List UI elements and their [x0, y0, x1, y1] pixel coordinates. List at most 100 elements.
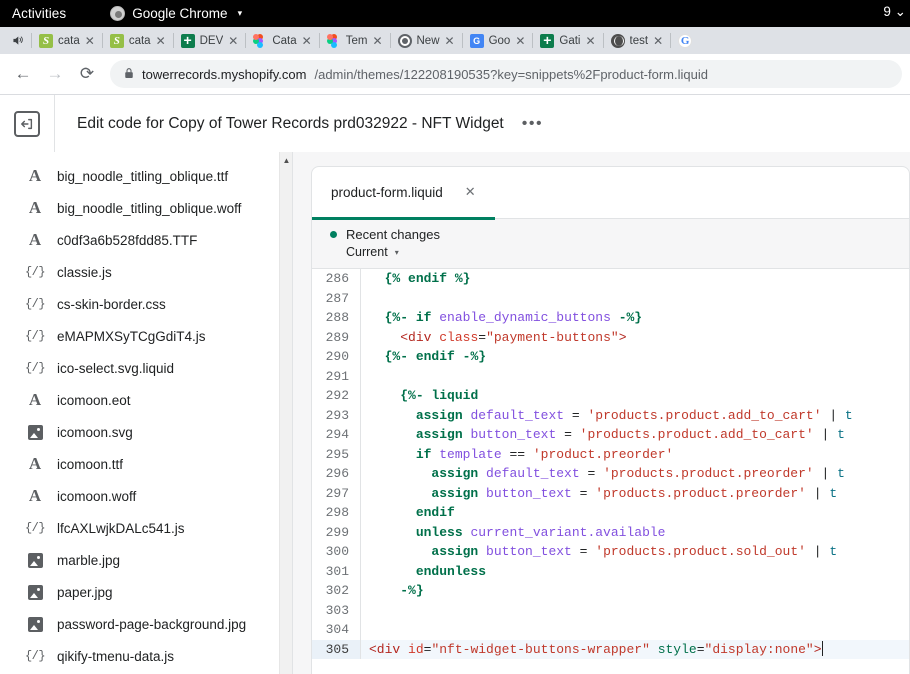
close-icon[interactable]: ✕	[515, 34, 525, 48]
code-line[interactable]: 299 unless current_variant.available	[312, 523, 909, 543]
line-number: 297	[312, 484, 360, 504]
code-line[interactable]: 291	[312, 367, 909, 387]
code-line[interactable]: 302 -%}	[312, 581, 909, 601]
list-item[interactable]: paper.jpg	[0, 576, 292, 608]
chevron-down-icon: ▾	[395, 248, 399, 257]
code-line[interactable]: 301 endunless	[312, 562, 909, 582]
close-icon[interactable]: ✕	[156, 34, 166, 48]
list-item[interactable]: {/} eMAPMXSyTCgGdiT4.js	[0, 320, 292, 352]
clock[interactable]: 9 ⌄	[883, 4, 906, 20]
close-icon[interactable]: ✕	[445, 34, 455, 48]
list-item[interactable]: marble.jpg	[0, 544, 292, 576]
scroll-up-icon[interactable]: ▲	[280, 152, 292, 168]
list-item[interactable]: icomoon.svg	[0, 416, 292, 448]
theme-code-editor-page: Edit code for Copy of Tower Records prd0…	[0, 95, 910, 674]
line-number: 302	[312, 581, 360, 601]
code-token	[650, 642, 658, 657]
close-icon[interactable]: ✕	[302, 34, 312, 48]
code-line[interactable]: 304	[312, 620, 909, 640]
back-button[interactable]: ←	[8, 59, 38, 89]
list-item[interactable]: {/} qikify-tmenu-data.js	[0, 640, 292, 672]
close-icon[interactable]: ✕	[372, 34, 382, 48]
browser-tab[interactable]: cata ✕	[104, 27, 172, 54]
list-item[interactable]: A icomoon.ttf	[0, 448, 292, 480]
close-icon[interactable]: ✕	[85, 34, 95, 48]
line-number: 299	[312, 523, 360, 543]
code-token: -%}	[400, 583, 423, 598]
close-icon[interactable]: ✕	[653, 34, 663, 48]
list-item[interactable]: {/} classie.js	[0, 256, 292, 288]
image-file-icon	[26, 553, 44, 568]
code-file-icon: {/}	[26, 649, 44, 663]
code-line-text: unless current_variant.available	[361, 523, 909, 543]
code-line[interactable]: 286 {% endif %}	[312, 269, 909, 289]
close-icon[interactable]: ✕	[465, 184, 476, 200]
reload-button[interactable]: ⟳	[72, 59, 102, 89]
activities-button[interactable]: Activities	[12, 6, 66, 21]
close-icon[interactable]: ✕	[585, 34, 595, 48]
code-line[interactable]: 300 assign button_text = 'products.produ…	[312, 542, 909, 562]
code-file-icon: {/}	[26, 521, 44, 535]
exit-editor-icon[interactable]	[14, 111, 40, 137]
code-token: t	[845, 408, 853, 423]
close-icon[interactable]: ✕	[228, 34, 238, 48]
tab-separator	[462, 33, 463, 48]
code-token: ==	[502, 447, 533, 462]
list-item[interactable]: password-page-background.jpg	[0, 608, 292, 640]
code-line[interactable]: 287	[312, 289, 909, 309]
code-token	[369, 408, 416, 423]
address-bar[interactable]: towerrecords.myshopify.com/admin/themes/…	[110, 60, 902, 88]
code-line[interactable]: 297 assign button_text = 'products.produ…	[312, 484, 909, 504]
list-item[interactable]: A big_noodle_titling_oblique.woff	[0, 192, 292, 224]
browser-tab[interactable]: Tem ✕	[321, 27, 389, 54]
code-line[interactable]: 294 assign button_text = 'products.produ…	[312, 425, 909, 445]
code-line[interactable]: 303	[312, 601, 909, 621]
browser-tab[interactable]: test ✕	[605, 27, 670, 54]
url-host: towerrecords.myshopify.com	[142, 67, 306, 82]
list-item[interactable]: A c0df3a6b528fdd85.TTF	[0, 224, 292, 256]
code-token: 'product.preorder'	[533, 447, 673, 462]
code-token	[478, 544, 486, 559]
line-number: 289	[312, 328, 360, 348]
page-title: Edit code for Copy of Tower Records prd0…	[77, 115, 504, 133]
browser-tab[interactable]: Goo ✕	[464, 27, 532, 54]
code-line[interactable]: 298 endif	[312, 503, 909, 523]
globe-icon	[611, 34, 625, 48]
list-item[interactable]: A icomoon.eot	[0, 384, 292, 416]
line-number: 294	[312, 425, 360, 445]
code-line[interactable]: 295 if template == 'product.preorder'	[312, 445, 909, 465]
tab-separator	[173, 33, 174, 48]
code-line[interactable]: 289 <div class="payment-buttons">	[312, 328, 909, 348]
file-name: qikify-tmenu-data.js	[57, 649, 174, 664]
code-line[interactable]: 305<div id="nft-widget-buttons-wrapper" …	[312, 640, 909, 660]
code-line[interactable]: 293 assign default_text = 'products.prod…	[312, 406, 909, 426]
browser-tab[interactable]: Cata ✕	[247, 27, 317, 54]
list-item[interactable]: A icomoon.woff	[0, 480, 292, 512]
code-token: 'products.product.sold_out'	[595, 544, 806, 559]
editor-tab-product-form[interactable]: product-form.liquid ✕	[312, 168, 495, 220]
list-item[interactable]: {/} lfcAXLwjkDALc541.js	[0, 512, 292, 544]
code-editor[interactable]: 286 {% endif %}287288 {%- if enable_dyna…	[312, 269, 909, 674]
code-file-icon: {/}	[26, 297, 44, 311]
browser-tab[interactable]: Gati ✕	[534, 27, 601, 54]
browser-tab[interactable]: New ✕	[392, 27, 461, 54]
version-select[interactable]: Current ▾	[346, 245, 909, 259]
code-line[interactable]: 296 assign default_text = 'products.prod…	[312, 464, 909, 484]
active-app-menu[interactable]: Google Chrome ▾	[110, 6, 242, 21]
code-token: button_text	[486, 544, 572, 559]
code-token: =	[556, 427, 579, 442]
mute-audio-icon[interactable]	[4, 34, 30, 47]
list-item[interactable]: A big_noodle_titling_oblique.ttf	[0, 160, 292, 192]
forward-button[interactable]: →	[40, 59, 70, 89]
sidebar-scrollbar[interactable]: ▲	[279, 152, 292, 674]
code-line[interactable]: 288 {%- if enable_dynamic_buttons -%}	[312, 308, 909, 328]
code-line[interactable]: 290 {%- endif -%}	[312, 347, 909, 367]
browser-tab[interactable]	[672, 27, 698, 54]
code-line[interactable]: 292 {%- liquid	[312, 386, 909, 406]
line-number: 305	[312, 640, 360, 660]
more-actions-button[interactable]: •••	[522, 115, 543, 133]
list-item[interactable]: {/} ico-select.svg.liquid	[0, 352, 292, 384]
browser-tab[interactable]: DEV ✕	[175, 27, 245, 54]
list-item[interactable]: {/} cs-skin-border.css	[0, 288, 292, 320]
browser-tab[interactable]: cata ✕	[33, 27, 101, 54]
